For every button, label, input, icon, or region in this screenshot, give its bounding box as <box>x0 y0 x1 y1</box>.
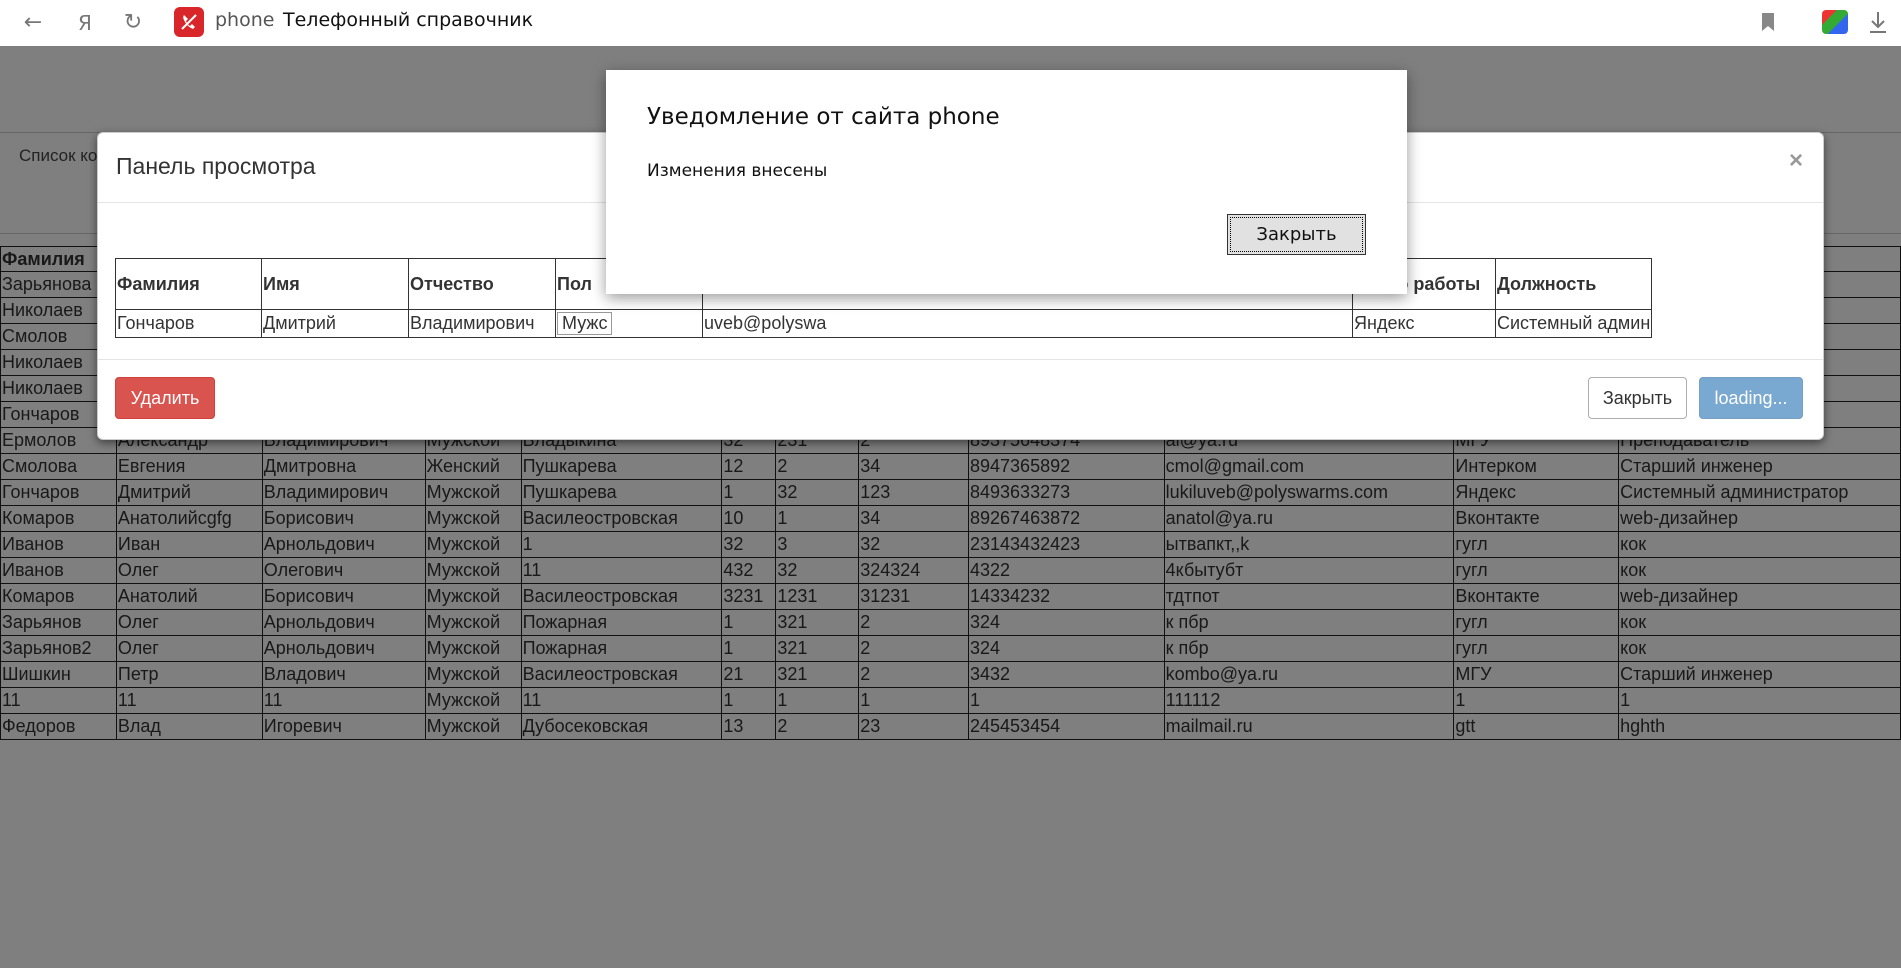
detail-column-header: Фамилия <box>115 258 262 310</box>
yandex-button[interactable]: Я <box>70 8 100 38</box>
detail-row: Гончаров Дмитрий Владимирович Мужс uveb@poly… <box>115 309 1653 338</box>
close-icon[interactable]: × <box>1789 147 1803 175</box>
close-button[interactable]: Закрыть <box>1588 377 1687 419</box>
site-blocked-icon[interactable] <box>174 7 204 37</box>
bookmark-icon[interactable] <box>1760 12 1776 32</box>
extension-icon[interactable] <box>1822 10 1848 34</box>
download-icon[interactable] <box>1868 10 1888 34</box>
detail-column-header: Отчество <box>408 258 556 310</box>
detail-cell: Владимирович <box>408 309 556 338</box>
address-domain: phone <box>215 9 275 31</box>
modal-title: Панель просмотра <box>116 153 316 179</box>
detail-gender-cell: Мужс <box>555 309 703 338</box>
detail-cell: Дмитрий <box>261 309 409 338</box>
modal-footer-divider <box>98 359 1823 360</box>
detail-cell: Яндекс <box>1352 309 1496 338</box>
browser-toolbar: ← Я ↻ phone Телефонный справочник <box>0 0 1901 47</box>
site-alert-dialog: Уведомление от сайта phone Изменения вне… <box>606 70 1407 294</box>
save-loading-button[interactable]: loading... <box>1699 377 1803 419</box>
gender-select[interactable]: Мужс <box>557 312 613 335</box>
alert-message: Изменения внесены <box>647 161 828 181</box>
detail-cell: Системный админ <box>1494 309 1653 338</box>
arrow-left-icon[interactable]: ← <box>18 8 48 38</box>
alert-close-button[interactable]: Закрыть <box>1227 214 1366 255</box>
reload-icon[interactable]: ↻ <box>118 8 148 38</box>
detail-cell: uveb@polyswa <box>702 309 1353 338</box>
detail-cell: Гончаров <box>115 309 262 338</box>
alert-title: Уведомление от сайта phone <box>647 104 1000 130</box>
page-title-in-address: Телефонный справочник <box>283 9 534 31</box>
detail-column-header: Имя <box>261 258 409 310</box>
delete-button[interactable]: Удалить <box>115 377 215 419</box>
detail-column-header: Должность <box>1494 258 1653 310</box>
